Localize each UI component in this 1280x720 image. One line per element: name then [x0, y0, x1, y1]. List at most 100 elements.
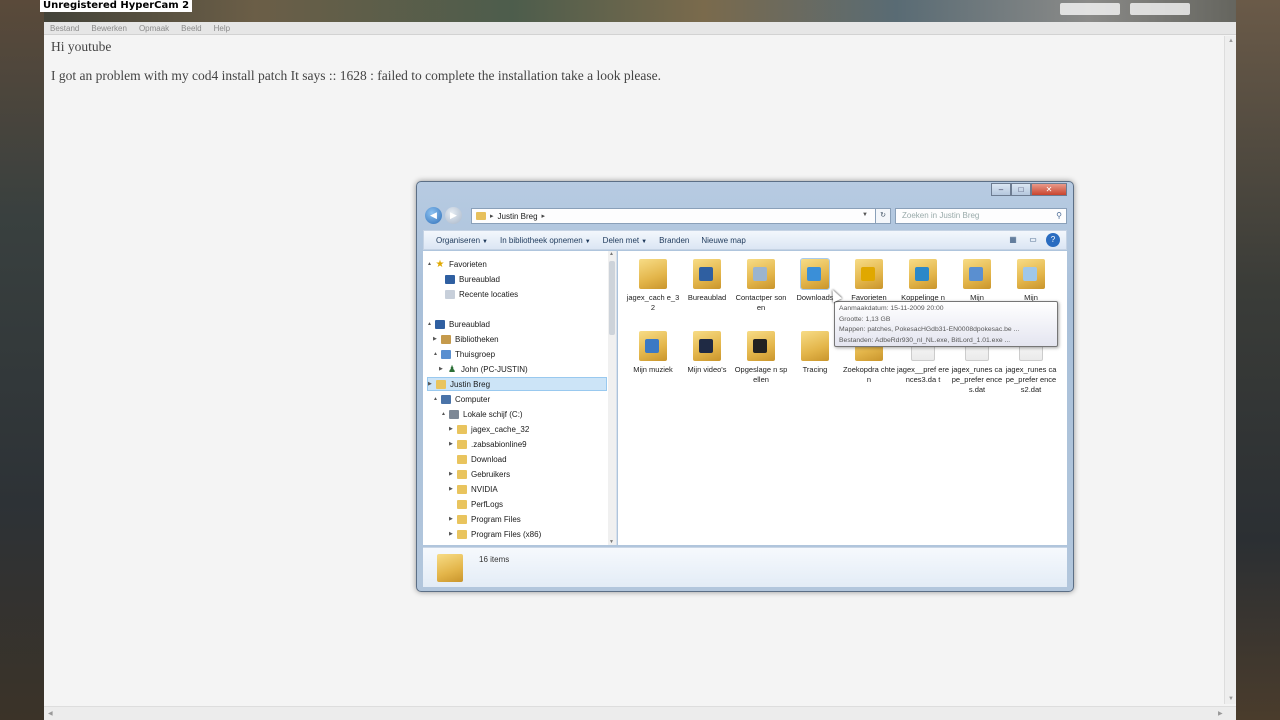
search-placeholder: Zoeken in Justin Breg — [902, 211, 980, 220]
folder-item[interactable]: Opgeslage n spellen — [734, 331, 788, 385]
expander-icon[interactable]: ▶ — [449, 486, 457, 492]
scroll-down-icon[interactable]: ▼ — [1227, 696, 1235, 702]
scroll-thumb[interactable] — [609, 261, 615, 335]
nav-item-folder[interactable]: ▶ jagex_cache_32 — [449, 422, 529, 436]
expander-icon[interactable]: ▲ — [427, 321, 435, 327]
maximize-icon[interactable]: □ — [1011, 183, 1031, 196]
scroll-left-icon[interactable]: ◀ — [48, 710, 53, 717]
close-icon[interactable]: ✕ — [1031, 183, 1067, 196]
nav-item-thuisgroep[interactable]: ▲ Thuisgroep — [433, 347, 495, 361]
nav-item-bureaublad[interactable]: Bureaublad — [437, 272, 500, 286]
expander-icon[interactable]: ▶ — [449, 471, 457, 477]
nav-item-computer[interactable]: ▲ Computer — [433, 392, 490, 406]
expander-icon[interactable]: ▶ — [449, 516, 457, 522]
expander-icon[interactable]: ▲ — [433, 351, 441, 357]
folder-item[interactable]: jagex_cach e_32 — [626, 259, 680, 313]
folder-item[interactable]: Bureaublad — [680, 259, 734, 303]
tooltip-line: Aanmaakdatum: 15-11-2009 20:00 — [839, 305, 944, 312]
expander-icon[interactable]: ▶ — [433, 336, 441, 342]
desktop-background-left — [0, 0, 44, 720]
nav-item-justin-breg[interactable]: ▶ Justin Breg — [427, 377, 607, 391]
expander-icon[interactable]: ▲ — [433, 396, 441, 402]
folder-icon — [457, 499, 467, 509]
include-in-library-button[interactable]: In bibliotheek opnemen ▼ — [500, 236, 591, 245]
menu-help[interactable]: Help — [214, 24, 230, 33]
tooltip-line: Mappen: patches, PokesacHGdb31-EN0008dpo… — [839, 326, 1020, 333]
nav-item-folder[interactable]: ▶ Program Files — [449, 512, 521, 526]
nav-item-favorieten[interactable]: ▲ ★ Favorieten — [427, 257, 487, 271]
nav-item-folder[interactable]: ▶ Program Files (x86) — [449, 527, 541, 541]
chevron-down-icon[interactable]: ▼ — [862, 212, 868, 218]
nav-item-recente-locaties[interactable]: Recente locaties — [437, 287, 518, 301]
address-bar[interactable]: ▸ Justin Breg ▸ ▼ — [471, 208, 891, 224]
computer-icon — [441, 394, 451, 404]
back-arrow-icon[interactable]: ◀ — [425, 207, 442, 224]
menu-beeld[interactable]: Beeld — [181, 24, 201, 33]
nav-item-bureaublad-root[interactable]: ▲ Bureaublad — [427, 317, 490, 331]
nav-item-folder[interactable]: ▶ NVIDIA — [449, 482, 498, 496]
organize-button[interactable]: Organiseren ▼ — [436, 236, 488, 245]
nav-item-john[interactable]: ▶ ♟ John (PC-JUSTIN) — [439, 362, 528, 376]
folder-item[interactable]: Favorieten — [842, 259, 896, 303]
contacts-folder-icon — [747, 259, 775, 289]
menu-bar: Bestand Bewerken Opmaak Beeld Help — [44, 22, 1236, 35]
links-folder-icon — [909, 259, 937, 289]
burn-button[interactable]: Branden — [659, 236, 689, 245]
folder-item[interactable]: Mijn — [950, 259, 1004, 303]
expander-icon[interactable]: ▲ — [441, 411, 449, 417]
folder-item[interactable]: Mijn video's — [680, 331, 734, 375]
folder-item[interactable]: Koppelinge n — [896, 259, 950, 303]
desktop-folder-icon — [693, 259, 721, 289]
view-options-icon[interactable]: ▦ — [1006, 233, 1020, 247]
folder-item[interactable]: Mijn — [1004, 259, 1058, 303]
horizontal-scrollbar[interactable]: ◀ ▶ — [44, 706, 1236, 720]
nav-item-folder[interactable]: ▶ .zabsabionline9 — [449, 437, 527, 451]
expander-icon[interactable]: ▶ — [449, 441, 457, 447]
folder-item[interactable]: Mijn muziek — [626, 331, 680, 375]
search-input[interactable]: Zoeken in Justin Breg ⚲ — [895, 208, 1067, 224]
nav-item-lokale-schijf[interactable]: ▲ Lokale schijf (C:) — [441, 407, 523, 421]
explorer-window-screenshot: – □ ✕ ◀ ▶ ▸ Justin Breg ▸ ▼ ↻ Zoeken in … — [416, 181, 1074, 592]
expander-icon[interactable]: ▶ — [439, 366, 447, 372]
expander-icon[interactable]: ▲ — [427, 261, 435, 267]
nav-item-folder[interactable]: PerfLogs — [449, 497, 503, 511]
scroll-up-icon[interactable]: ▲ — [609, 251, 614, 257]
breadcrumb-current[interactable]: Justin Breg — [498, 212, 538, 221]
share-with-button[interactable]: Delen met ▼ — [603, 236, 647, 245]
scroll-up-icon[interactable]: ▲ — [1227, 38, 1235, 44]
help-icon[interactable]: ? — [1046, 233, 1060, 247]
nav-pane-scrollbar[interactable]: ▲ ▼ — [608, 251, 616, 545]
nav-item-bibliotheken[interactable]: ▶ Bibliotheken — [433, 332, 499, 346]
file-list-pane: jagex_cach e_32 Bureaublad Contactper so… — [618, 251, 1067, 545]
desktop-icon — [435, 319, 445, 329]
command-bar: Organiseren ▼ In bibliotheek opnemen ▼ Del… — [423, 230, 1067, 250]
folder-icon — [457, 439, 467, 449]
minimize-icon[interactable]: – — [991, 183, 1011, 196]
pictures-folder-icon — [1017, 259, 1045, 289]
search-icon[interactable]: ⚲ — [1056, 209, 1062, 223]
folder-icon — [639, 259, 667, 289]
expander-icon[interactable]: ▶ — [449, 426, 457, 432]
music-folder-icon — [639, 331, 667, 361]
folder-info-tooltip: Aanmaakdatum: 15-11-2009 20:00 Grootte: … — [834, 301, 1058, 347]
expander-icon[interactable]: ▶ — [449, 531, 457, 537]
nav-item-folder[interactable]: ▶ Gebruikers — [449, 467, 510, 481]
vertical-scrollbar[interactable]: ▲ ▼ — [1224, 36, 1236, 704]
downloads-folder-icon — [800, 258, 830, 290]
scroll-right-icon[interactable]: ▶ — [1218, 710, 1223, 717]
preview-pane-icon[interactable]: ▭ — [1026, 233, 1040, 247]
menu-opmaak[interactable]: Opmaak — [139, 24, 169, 33]
menu-bewerken[interactable]: Bewerken — [91, 24, 127, 33]
breadcrumb-chevron-icon[interactable]: ▸ — [542, 212, 546, 220]
nav-item-folder[interactable]: Download — [449, 452, 507, 466]
folder-icon — [801, 331, 829, 361]
expander-icon[interactable]: ▶ — [428, 381, 436, 387]
menu-bestand[interactable]: Bestand — [50, 24, 79, 33]
folder-item[interactable]: Contactper sonen — [734, 259, 788, 313]
refresh-icon[interactable]: ↻ — [875, 208, 891, 224]
scroll-down-icon[interactable]: ▼ — [609, 539, 614, 545]
new-folder-button[interactable]: Nieuwe map — [701, 236, 745, 245]
user-folder-icon — [436, 379, 446, 389]
user-icon: ♟ — [447, 363, 457, 374]
forward-arrow-icon[interactable]: ▶ — [445, 207, 462, 224]
